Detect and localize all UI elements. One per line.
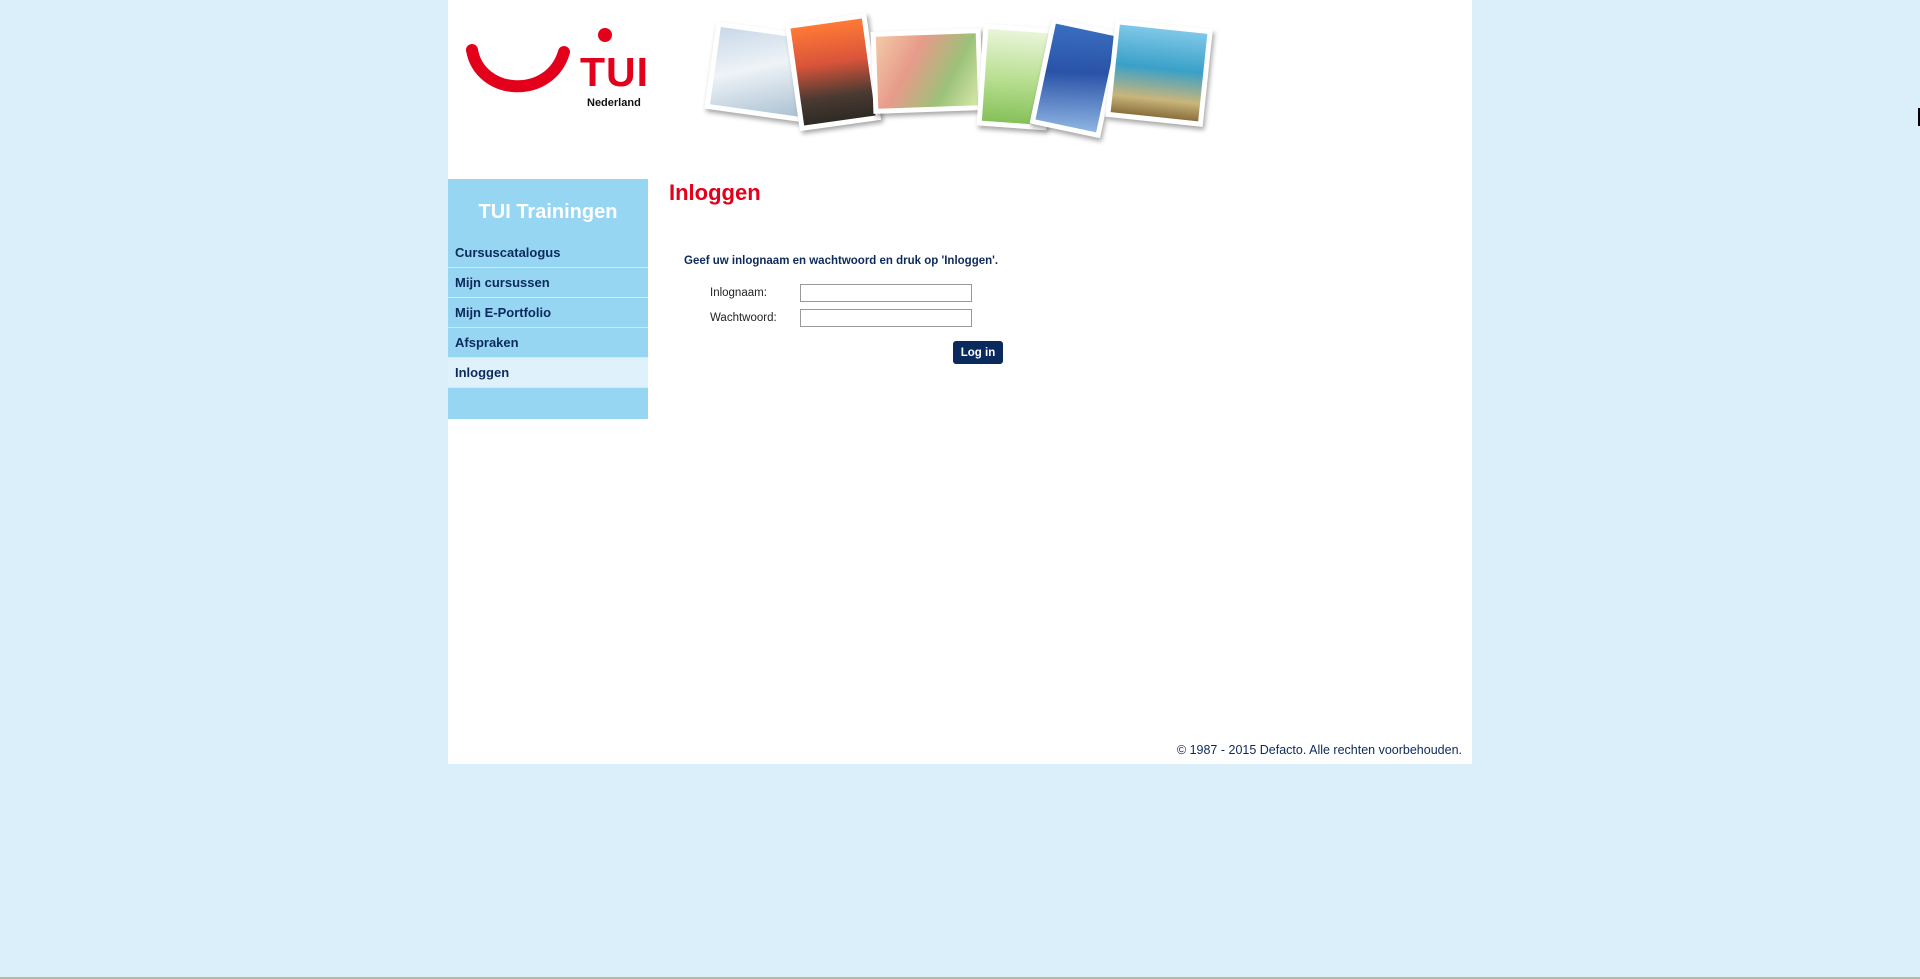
password-label: Wachtwoord: bbox=[710, 312, 777, 324]
sidebar-title: TUI Trainingen bbox=[478, 201, 618, 223]
sidebar-item-afspraken[interactable]: Afspraken bbox=[448, 328, 648, 358]
page-title: Inloggen bbox=[669, 180, 761, 205]
sidebar-item-cursuscatalogus[interactable]: Cursuscatalogus bbox=[448, 238, 648, 268]
username-input[interactable] bbox=[800, 284, 972, 302]
photo-beach bbox=[1105, 19, 1213, 127]
login-instructions: Geef uw inlognaam en wachtwoord en druk … bbox=[684, 255, 999, 267]
password-input[interactable] bbox=[800, 309, 972, 327]
logo-wordmark: TUI bbox=[580, 49, 650, 95]
page-container: TUI Nederland TUI Trainingen Cursuscatal… bbox=[448, 0, 1472, 764]
sidebar-nav: TUI Trainingen Cursuscatalogus Mijn curs… bbox=[448, 179, 648, 419]
sidebar-item-mijn-e-portfolio[interactable]: Mijn E-Portfolio bbox=[448, 298, 648, 328]
photo-children bbox=[870, 28, 984, 114]
sidebar-item-mijn-cursussen[interactable]: Mijn cursussen bbox=[448, 268, 648, 298]
sidebar-item-inloggen[interactable]: Inloggen bbox=[448, 358, 648, 388]
header-photo-strip bbox=[704, 10, 1660, 139]
username-label: Inlognaam: bbox=[710, 287, 767, 299]
footer-copyright: © 1987 - 2015 Defacto. Alle rechten voor… bbox=[1176, 743, 1462, 757]
photo-sunset bbox=[784, 12, 882, 132]
logo-subtitle: Nederland bbox=[587, 97, 641, 109]
login-button[interactable]: Log in bbox=[953, 341, 1003, 364]
